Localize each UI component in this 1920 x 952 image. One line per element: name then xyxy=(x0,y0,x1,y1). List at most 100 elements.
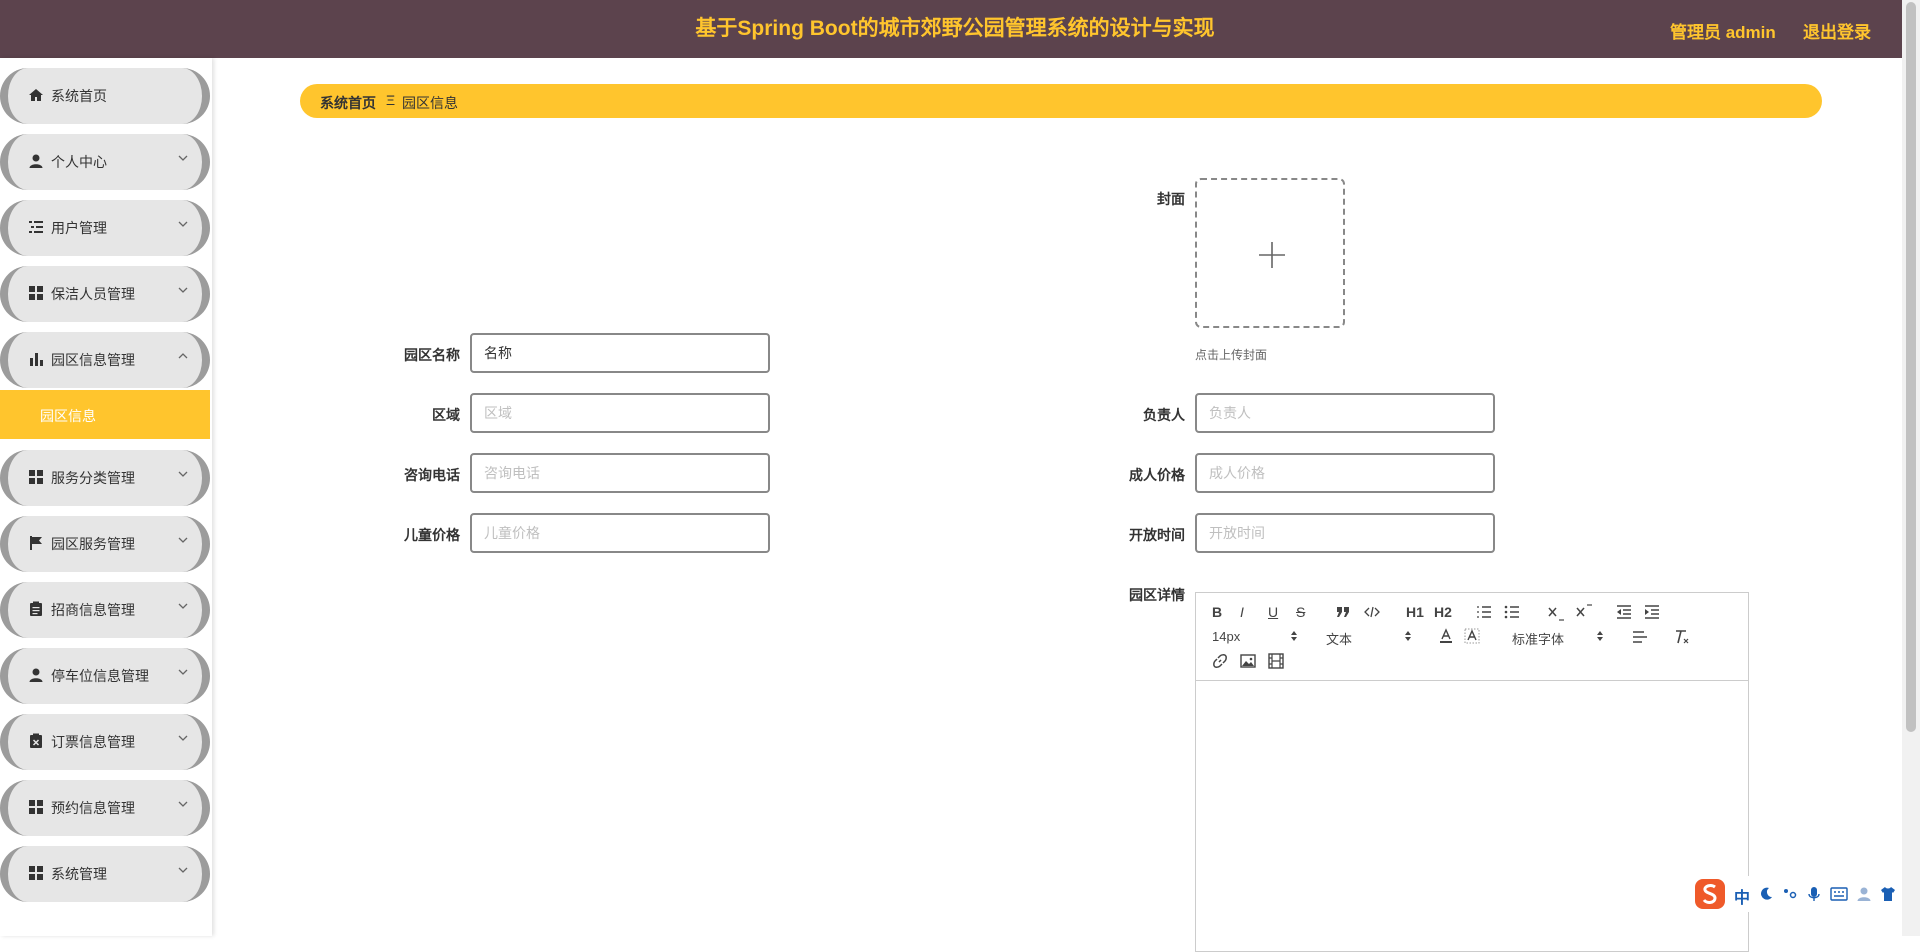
person-icon xyxy=(29,154,43,168)
sidebar-item-service-category[interactable]: 服务分类管理 xyxy=(0,450,210,506)
video-icon[interactable] xyxy=(1268,653,1284,669)
select-arrows-icon xyxy=(1405,631,1411,641)
rich-text-editor: B I U S H1 H2 14px 文本 标准字体 xyxy=(1195,592,1749,952)
sidebar-item-investment[interactable]: 招商信息管理 xyxy=(0,582,210,638)
adult-price-input[interactable] xyxy=(1195,453,1495,493)
chevron-down-icon xyxy=(178,867,188,873)
person-icon xyxy=(29,668,43,682)
select-arrows-icon xyxy=(1291,631,1297,641)
sidebar-item-parking[interactable]: 停车位信息管理 xyxy=(0,648,210,704)
breadcrumb-current: 园区信息 xyxy=(402,95,458,111)
outdent-icon[interactable] xyxy=(1616,605,1632,619)
phone-label: 咨询电话 xyxy=(404,467,460,483)
image-icon[interactable] xyxy=(1240,653,1256,669)
open-time-label: 开放时间 xyxy=(1129,527,1185,543)
grid-icon xyxy=(29,800,43,814)
keyboard-icon[interactable] xyxy=(1830,886,1848,902)
name-label: 园区名称 xyxy=(404,347,460,363)
ordered-list-icon[interactable] xyxy=(1476,605,1492,619)
breadcrumb-separator: Ξ xyxy=(386,92,396,108)
area-input[interactable] xyxy=(470,393,770,433)
h1-button[interactable]: H1 xyxy=(1406,604,1424,620)
chevron-down-icon xyxy=(178,155,188,161)
breadcrumb-home[interactable]: 系统首页 xyxy=(320,93,376,113)
underline-button[interactable]: U xyxy=(1268,604,1278,620)
chevron-down-icon xyxy=(178,603,188,609)
manager-input[interactable] xyxy=(1195,393,1495,433)
user-icon[interactable] xyxy=(1856,886,1872,902)
sidebar-item-label: 园区服务管理 xyxy=(51,536,135,552)
punctuation-icon[interactable] xyxy=(1782,886,1798,902)
cover-uploader[interactable] xyxy=(1195,178,1345,328)
sidebar-item-park-info[interactable]: 园区信息管理 xyxy=(0,332,210,388)
chevron-down-icon xyxy=(178,735,188,741)
link-icon[interactable] xyxy=(1212,653,1228,669)
font-family-select[interactable]: 标准字体 xyxy=(1512,629,1564,648)
subscript-icon[interactable] xyxy=(1548,605,1566,621)
page-scrollbar[interactable] xyxy=(1902,0,1920,936)
header-select[interactable]: 文本 xyxy=(1326,629,1352,648)
sidebar-item-personal[interactable]: 个人中心 xyxy=(0,134,210,190)
sidebar-item-system[interactable]: 系统管理 xyxy=(0,846,210,902)
background-color-icon[interactable] xyxy=(1464,628,1480,644)
sidebar-item-reservations[interactable]: 预约信息管理 xyxy=(0,780,210,836)
clear-format-icon[interactable] xyxy=(1674,629,1690,645)
adult-price-label: 成人价格 xyxy=(1129,467,1185,483)
font-size-select[interactable]: 14px xyxy=(1212,629,1240,644)
phone-input[interactable] xyxy=(470,453,770,493)
open-time-input[interactable] xyxy=(1195,513,1495,553)
sidebar-item-label: 个人中心 xyxy=(51,154,107,170)
sogou-logo-icon[interactable] xyxy=(1694,878,1726,910)
h2-button[interactable]: H2 xyxy=(1434,604,1452,620)
chevron-down-icon xyxy=(178,221,188,227)
grid-icon xyxy=(29,286,43,300)
align-icon[interactable] xyxy=(1632,630,1648,644)
clipboard-icon xyxy=(30,601,42,616)
scrollbar-thumb[interactable] xyxy=(1906,2,1916,732)
sidebar: 系统首页 个人中心 用户管理 保洁人员管理 园区信息管理 园区信息 服务分类管理… xyxy=(0,58,212,936)
sidebar-subitem-label: 园区信息 xyxy=(40,408,96,424)
sidebar-item-label: 园区信息管理 xyxy=(51,352,135,368)
quote-icon[interactable] xyxy=(1336,606,1350,618)
moon-icon[interactable] xyxy=(1758,886,1774,902)
child-price-input[interactable] xyxy=(470,513,770,553)
sidebar-item-label: 订票信息管理 xyxy=(51,734,135,750)
chevron-down-icon xyxy=(178,669,188,675)
name-input[interactable] xyxy=(470,333,770,373)
sidebar-item-home[interactable]: 系统首页 xyxy=(0,68,210,124)
sidebar-item-cleaners[interactable]: 保洁人员管理 xyxy=(0,266,210,322)
editor-content-area[interactable] xyxy=(1196,682,1748,951)
italic-button[interactable]: I xyxy=(1240,604,1244,620)
current-user: 管理员 admin xyxy=(1670,23,1776,42)
home-icon xyxy=(29,89,43,101)
sidebar-item-label: 招商信息管理 xyxy=(51,602,135,618)
bold-button[interactable]: B xyxy=(1212,604,1222,620)
cover-label: 封面 xyxy=(1157,191,1185,207)
microphone-icon[interactable] xyxy=(1806,886,1822,902)
superscript-icon[interactable] xyxy=(1576,603,1594,619)
indent-icon[interactable] xyxy=(1644,605,1660,619)
bullet-list-icon[interactable] xyxy=(1504,605,1520,619)
code-icon[interactable] xyxy=(1364,606,1380,618)
flag-icon xyxy=(30,536,42,550)
skin-icon[interactable] xyxy=(1880,886,1896,902)
sidebar-item-label: 保洁人员管理 xyxy=(51,286,135,302)
grid-icon xyxy=(29,470,43,484)
manager-label: 负责人 xyxy=(1143,407,1185,423)
breadcrumb: 系统首页 Ξ 园区信息 xyxy=(300,84,1822,118)
logout-link[interactable]: 退出登录 xyxy=(1803,18,1871,43)
sidebar-item-tickets[interactable]: 订票信息管理 xyxy=(0,714,210,770)
sidebar-item-users[interactable]: 用户管理 xyxy=(0,200,210,256)
strikethrough-button[interactable]: S xyxy=(1296,604,1305,620)
sidebar-subitem-park-info[interactable]: 园区信息 xyxy=(0,390,210,439)
grid-icon xyxy=(29,866,43,880)
clipboard-x-icon xyxy=(30,733,42,748)
cover-upload-tip: 点击上传封面 xyxy=(1195,348,1268,362)
app-title: 基于Spring Boot的城市郊野公园管理系统的设计与实现 xyxy=(695,17,1215,40)
chevron-down-icon xyxy=(178,801,188,807)
ime-lang-toggle[interactable]: 中 xyxy=(1734,884,1750,908)
font-color-icon[interactable] xyxy=(1438,628,1454,644)
sidebar-item-label: 系统管理 xyxy=(51,866,107,882)
sidebar-item-park-service[interactable]: 园区服务管理 xyxy=(0,516,210,572)
sidebar-item-label: 停车位信息管理 xyxy=(51,668,149,684)
